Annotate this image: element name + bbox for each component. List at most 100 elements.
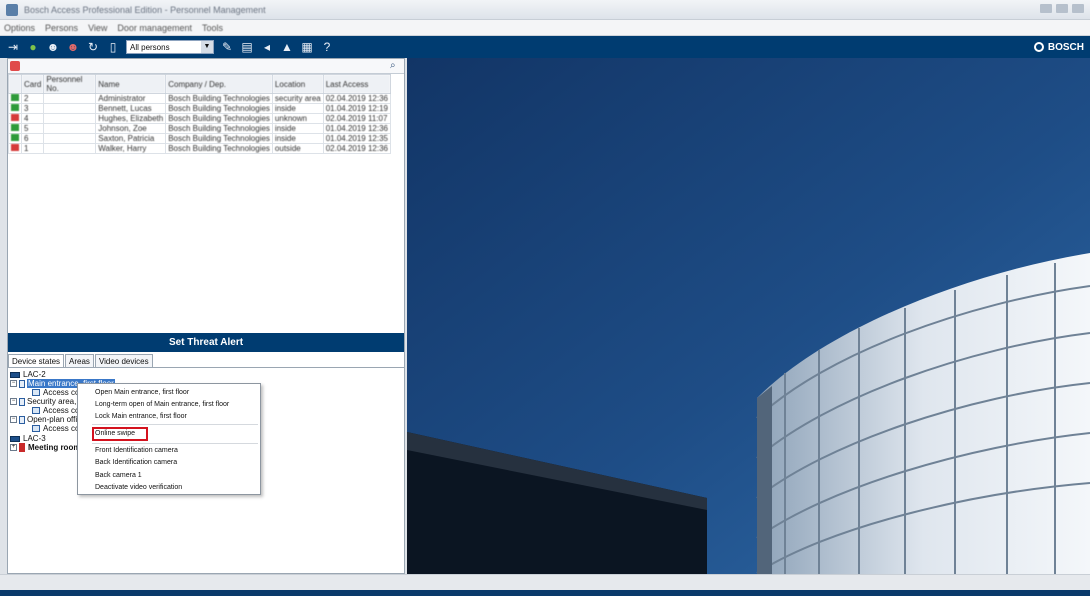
table-row[interactable]: 6 Saxton, Patricia Bosch Building Techno…: [8, 133, 392, 144]
help-icon[interactable]: ?: [320, 40, 334, 54]
column-header-status[interactable]: [8, 74, 22, 94]
close-icon[interactable]: [1072, 4, 1084, 13]
menu-item-lock[interactable]: Lock Main entrance, first floor: [95, 413, 187, 420]
device-tabs: Device states Areas Video devices: [8, 354, 404, 368]
cell-company: Bosch Building Technologies: [165, 133, 273, 144]
cell-company: Bosch Building Technologies: [165, 143, 273, 154]
bosch-logo: BOSCH: [1033, 40, 1084, 54]
person-filter-select[interactable]: All persons ▼: [126, 40, 214, 54]
menu-bar: Options Persons View Door management Too…: [0, 20, 1090, 36]
logout-icon[interactable]: ⇥: [6, 40, 20, 54]
status-green-icon: [11, 104, 19, 111]
menu-tools[interactable]: Tools: [202, 23, 223, 33]
window-title: Bosch Access Professional Edition - Pers…: [24, 4, 266, 15]
cell-location: inside: [271, 103, 324, 114]
table-row[interactable]: 2 Administrator Bosch Building Technolog…: [8, 93, 392, 104]
menu-item-long-term-open[interactable]: Long-term open of Main entrance, first f…: [95, 401, 229, 408]
persons-table: Card Personnel No. Name Company / Dep. L…: [8, 74, 392, 154]
grid-icon[interactable]: ▦: [300, 40, 314, 54]
collapse-icon[interactable]: −: [10, 398, 17, 405]
column-header-card[interactable]: Card: [20, 74, 45, 94]
tree-node-lac3[interactable]: LAC-3: [10, 434, 46, 443]
collapse-icon[interactable]: −: [10, 380, 17, 387]
menu-persons[interactable]: Persons: [45, 23, 78, 33]
expand-icon[interactable]: +: [10, 444, 17, 451]
menu-item-open[interactable]: Open Main entrance, first floor: [95, 389, 189, 396]
menu-options[interactable]: Options: [4, 23, 35, 33]
menu-item-front-id-camera[interactable]: Front Identification camera: [95, 447, 178, 454]
bosch-wordmark: BOSCH: [1047, 41, 1084, 53]
cell-card: 1: [20, 143, 45, 154]
card-reader-icon: [32, 407, 40, 414]
menu-separator: [92, 443, 258, 444]
building-image: [407, 58, 1090, 574]
minimize-icon[interactable]: [1040, 4, 1052, 13]
person-icon[interactable]: ☻: [46, 40, 60, 54]
table-row[interactable]: 3 Bennett, Lucas Bosch Building Technolo…: [8, 103, 392, 114]
tree-label: LAC-2: [23, 370, 46, 379]
menu-item-back-id-camera[interactable]: Back Identification camera: [95, 459, 177, 466]
cell-name: Johnson, Zoe: [95, 123, 167, 134]
cell-company: Bosch Building Technologies: [165, 93, 273, 104]
column-header-last-access[interactable]: Last Access: [322, 74, 392, 94]
bosch-ring-icon: [1033, 42, 1044, 52]
document-icon[interactable]: ▯: [106, 40, 120, 54]
tree-label: LAC-3: [23, 434, 46, 443]
menu-door-management[interactable]: Door management: [117, 23, 192, 33]
cell-last-access: 01.04.2019 12:19: [322, 103, 392, 114]
cell-card: 5: [20, 123, 45, 134]
wrench-icon[interactable]: ✎: [220, 40, 234, 54]
maximize-icon[interactable]: [1056, 4, 1068, 13]
tree-node-meeting-room[interactable]: + Meeting room: [10, 443, 80, 452]
column-header-location[interactable]: Location: [271, 74, 324, 94]
door-icon: [19, 379, 25, 388]
cell-name: Saxton, Patricia: [95, 133, 167, 144]
door-alarm-icon: [19, 443, 25, 452]
controller-icon: [10, 435, 20, 442]
column-header-company[interactable]: Company / Dep.: [165, 74, 273, 94]
tree-node-open-plan[interactable]: − Open-plan office: [10, 415, 86, 424]
camera-icon[interactable]: ◂: [260, 40, 274, 54]
status-green-icon: [11, 124, 19, 131]
menu-item-back-camera[interactable]: Back camera 1: [95, 472, 142, 479]
database-icon[interactable]: ▤: [240, 40, 254, 54]
tree-node-security-area[interactable]: − Security area, th: [10, 397, 85, 406]
column-header-personnel-no[interactable]: Personnel No.: [43, 74, 97, 94]
tab-video-devices[interactable]: Video devices: [94, 354, 153, 367]
status-green-icon: [11, 134, 19, 141]
cell-name: Bennett, Lucas: [95, 103, 167, 114]
menu-item-deactivate-video[interactable]: Deactivate video verification: [95, 484, 182, 491]
cell-company: Bosch Building Technologies: [165, 103, 273, 114]
tab-device-states[interactable]: Device states: [8, 354, 65, 367]
person-red-icon[interactable]: ☻: [66, 40, 80, 54]
collapse-icon[interactable]: −: [10, 416, 17, 423]
cell-name: Administrator: [95, 93, 167, 104]
cell-company: Bosch Building Technologies: [165, 113, 273, 124]
video-panel: [407, 58, 1090, 574]
table-row[interactable]: 4 Hughes, Elizabeth Bosch Building Techn…: [8, 113, 392, 124]
title-bar: Bosch Access Professional Edition - Pers…: [0, 0, 1090, 20]
cell-card: 6: [20, 133, 45, 144]
column-header-name[interactable]: Name: [95, 74, 167, 94]
tab-areas[interactable]: Areas: [65, 354, 94, 367]
set-threat-alert-button[interactable]: Set Threat Alert: [8, 333, 404, 352]
cell-last-access: 02.04.2019 11:07: [322, 113, 392, 124]
status-green-icon: [11, 94, 19, 101]
app-icon: [6, 3, 18, 16]
cell-last-access: 01.04.2019 12:36: [322, 123, 392, 134]
clear-filter-icon[interactable]: [10, 61, 20, 71]
table-row[interactable]: 5 Johnson, Zoe Bosch Building Technologi…: [8, 123, 392, 134]
search-icon[interactable]: ⌕: [390, 60, 401, 71]
alarm-icon[interactable]: ▲: [280, 40, 294, 54]
person-green-icon[interactable]: ●: [26, 40, 40, 54]
cell-last-access: 02.04.2019 12:36: [322, 93, 392, 104]
left-pane: ⌕ Card Personnel No. Name Company / Dep.…: [7, 58, 405, 574]
tree-label: Meeting room: [28, 443, 81, 452]
menu-view[interactable]: View: [88, 23, 107, 33]
status-red-icon: [11, 144, 19, 151]
table-row[interactable]: 1 Walker, Harry Bosch Building Technolog…: [8, 143, 392, 154]
tree-node-lac2[interactable]: LAC-2: [10, 370, 46, 379]
window-controls: [1040, 4, 1084, 13]
refresh-icon[interactable]: ↻: [86, 40, 100, 54]
chevron-down-icon[interactable]: ▼: [201, 41, 213, 53]
